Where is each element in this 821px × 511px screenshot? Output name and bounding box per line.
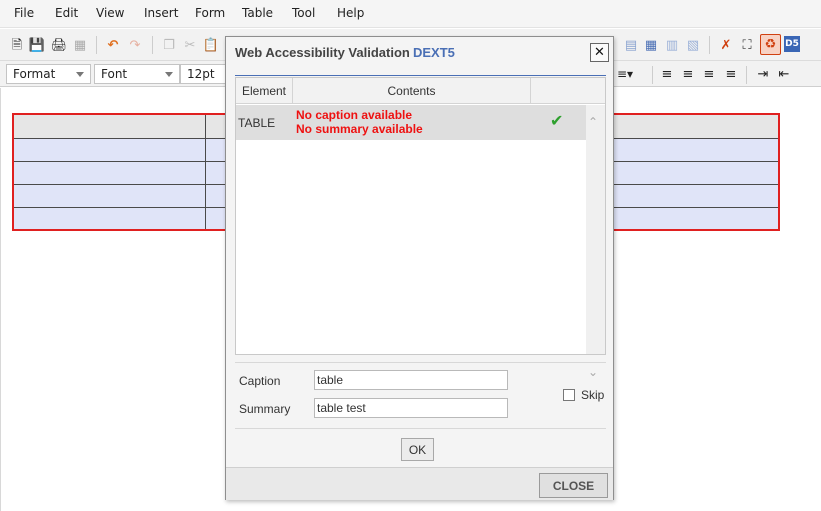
- list-icon[interactable]: ≡▾: [616, 65, 634, 83]
- divider: [235, 428, 606, 429]
- divider: [235, 362, 606, 363]
- grid-header: Element Contents: [236, 78, 605, 104]
- dialog-footer: CLOSE: [226, 467, 613, 500]
- dialog-brand: DEXT5: [413, 45, 455, 60]
- format-dropdown-label: Format: [13, 67, 56, 81]
- chevron-down-icon: [76, 72, 84, 77]
- table-row-icon[interactable]: ▥: [663, 36, 681, 54]
- menu-file[interactable]: File: [14, 6, 34, 20]
- chevron-down-icon[interactable]: ⌄: [588, 365, 598, 379]
- column-header-element: Element: [236, 78, 293, 104]
- toolbar-separator: [96, 36, 97, 54]
- skip-checkbox[interactable]: [563, 389, 575, 401]
- format-dropdown[interactable]: Format: [6, 64, 91, 84]
- accessibility-icon[interactable]: ♻: [760, 34, 781, 55]
- print-icon[interactable]: 🖨: [50, 36, 68, 54]
- table-row[interactable]: TABLE No caption available No summary av…: [236, 105, 586, 140]
- font-dropdown-label: Font: [101, 67, 128, 81]
- column-header-contents: Contents: [293, 78, 531, 104]
- table-column-icon[interactable]: ▧: [684, 36, 702, 54]
- table-cell[interactable]: [12, 206, 206, 231]
- tools-icon[interactable]: ✗: [717, 36, 735, 54]
- check-icon: ✔: [550, 111, 564, 130]
- menu-form[interactable]: Form: [195, 6, 225, 20]
- table-properties-icon[interactable]: ▤: [622, 36, 640, 54]
- title-divider: [235, 75, 606, 76]
- menu-insert[interactable]: Insert: [144, 6, 178, 20]
- menu-table[interactable]: Table: [242, 6, 273, 20]
- validation-message: No summary available: [296, 122, 423, 136]
- accessibility-validation-dialog: Web Accessibility Validation DEXT5 ✕ Ele…: [225, 36, 614, 500]
- dext5-icon[interactable]: D5: [784, 36, 800, 52]
- summary-input[interactable]: [314, 398, 508, 418]
- align-center-icon[interactable]: ≡: [679, 65, 697, 83]
- menu-help[interactable]: Help: [337, 6, 364, 20]
- menu-view[interactable]: View: [96, 6, 124, 20]
- toolbar-separator: [746, 66, 747, 84]
- toolbar-separator: [709, 36, 710, 54]
- menu-tool[interactable]: Tool: [292, 6, 315, 20]
- close-icon[interactable]: ✕: [590, 43, 609, 62]
- save-icon[interactable]: 💾: [28, 36, 46, 54]
- table-cell[interactable]: [12, 137, 206, 162]
- cell-element: TABLE: [238, 116, 276, 130]
- skip-label: Skip: [581, 388, 605, 402]
- indent-icon[interactable]: ⇥: [754, 65, 772, 83]
- align-left-icon[interactable]: ≡: [658, 65, 676, 83]
- outdent-icon[interactable]: ⇤: [775, 65, 793, 83]
- cell-contents: No caption available No summary availabl…: [296, 108, 423, 136]
- caption-input[interactable]: [314, 370, 508, 390]
- dialog-title: Web Accessibility Validation: [235, 45, 410, 60]
- close-button[interactable]: CLOSE: [539, 473, 608, 498]
- print-preview-icon[interactable]: ▦: [71, 36, 89, 54]
- validation-message: No caption available: [296, 108, 413, 122]
- align-right-icon[interactable]: ≡: [700, 65, 718, 83]
- toolbar-separator: [652, 66, 653, 84]
- table-cell[interactable]: [12, 160, 206, 185]
- font-size-label: 12pt: [187, 67, 215, 81]
- paste-icon[interactable]: 📋: [202, 36, 220, 54]
- toolbar-separator: [152, 36, 153, 54]
- undo-icon[interactable]: ↶: [104, 36, 122, 54]
- redo-icon[interactable]: ↷: [126, 36, 144, 54]
- new-document-icon[interactable]: 🗎: [8, 36, 26, 54]
- table-icon[interactable]: ▦: [642, 36, 660, 54]
- validation-grid: Element Contents TABLE No caption availa…: [235, 77, 606, 379]
- table-cell[interactable]: [12, 113, 206, 139]
- caption-label: Caption: [239, 374, 281, 388]
- font-size-dropdown[interactable]: 12pt: [180, 64, 226, 84]
- copy-icon[interactable]: ❐: [160, 36, 178, 54]
- ok-button[interactable]: OK: [401, 438, 434, 461]
- font-dropdown[interactable]: Font: [94, 64, 180, 84]
- fullscreen-icon[interactable]: ⛶: [738, 36, 756, 54]
- chevron-down-icon: [165, 72, 173, 77]
- align-justify-icon[interactable]: ≡: [722, 65, 740, 83]
- column-header-status: [531, 78, 605, 104]
- menu-edit[interactable]: Edit: [55, 6, 78, 20]
- vertical-scrollbar[interactable]: [586, 105, 605, 354]
- summary-label: Summary: [239, 402, 291, 416]
- menu-bar: File Edit View Insert Form Table Tool He…: [0, 0, 821, 28]
- table-cell[interactable]: [12, 183, 206, 208]
- chevron-up-icon[interactable]: ⌃: [588, 115, 598, 129]
- cut-icon[interactable]: ✂: [181, 36, 199, 54]
